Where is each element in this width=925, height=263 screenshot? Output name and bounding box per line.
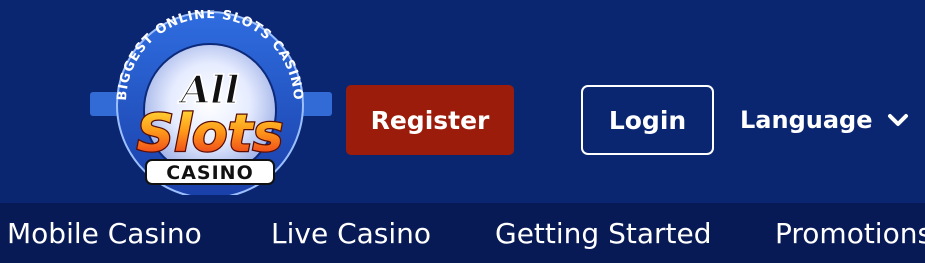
site-header: BIGGEST ONLINE SLOTS CASINO All Slots CA… xyxy=(0,0,925,203)
nav-item-promotions[interactable]: Promotions xyxy=(775,203,925,263)
nav-item-getting-started[interactable]: Getting Started xyxy=(495,203,711,263)
nav-item-mobile-casino[interactable]: Mobile Casino xyxy=(7,203,202,263)
svg-text:Slots: Slots xyxy=(137,104,284,164)
main-nav: Mobile Casino Live Casino Getting Starte… xyxy=(0,203,925,263)
page: BIGGEST ONLINE SLOTS CASINO All Slots CA… xyxy=(0,0,925,263)
language-selector[interactable]: Language xyxy=(740,100,909,140)
chevron-down-icon xyxy=(887,112,909,128)
all-slots-casino-logo[interactable]: BIGGEST ONLINE SLOTS CASINO All Slots CA… xyxy=(88,10,338,195)
logo-graphic: BIGGEST ONLINE SLOTS CASINO All Slots CA… xyxy=(90,10,332,195)
language-label: Language xyxy=(740,106,873,134)
register-button[interactable]: Register xyxy=(346,85,514,155)
svg-text:CASINO: CASINO xyxy=(166,162,253,184)
login-button[interactable]: Login xyxy=(581,85,714,155)
nav-item-live-casino[interactable]: Live Casino xyxy=(271,203,431,263)
